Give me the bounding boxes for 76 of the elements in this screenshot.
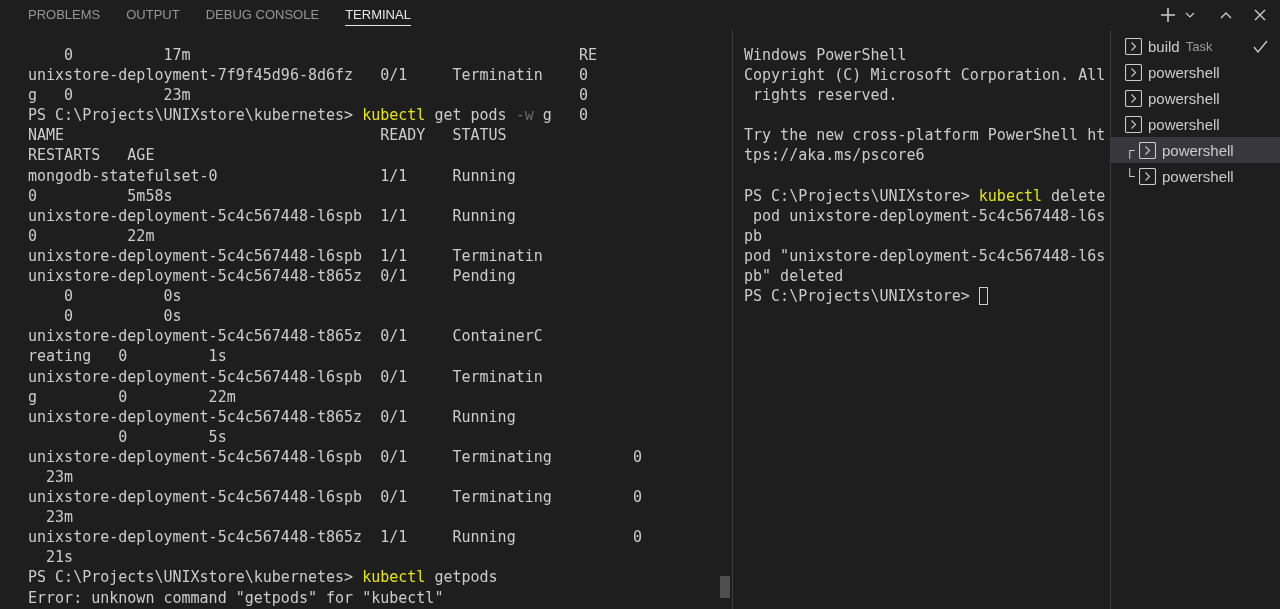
output-text: tps://aka.ms/pscore6 [744,146,925,165]
panel-tab[interactable]: DEBUG CONSOLE [205,0,320,26]
output-text: pod unixstore-deployment-5c4c567448-l6s [752,206,1106,225]
output-text: NAME READY STATUS [28,126,507,145]
output-text: unixstore-deployment-7f9f45d96-8d6fz 0/1 Terminatin 0 [28,66,588,85]
panel-tab[interactable]: PROBLEMS [28,0,101,26]
output-text: unixstore-deployment-5c4c567448-l6spb 0/1 Terminating 0 [28,447,643,466]
output-text: unixstore-deployment-5c4c567448-t865z 0/1 Pending [28,267,516,286]
output-text: mongodb-statefulset-0 1/1 Running [28,166,516,185]
output-text: 21s [45,548,74,567]
terminal-prompt-icon [1139,167,1156,185]
tree-line-mark: └ [1125,168,1136,184]
output-text: 0 0s [63,287,182,306]
output-text: unixstore-deployment-5c4c567448-l6spb 0/1 Terminatin [28,367,543,386]
terminal-name: powershell [1162,141,1234,159]
output-text: getpods [433,568,498,587]
output-text: unixstore-deployment-5c4c567448-l6spb 1/1 Terminatin [28,246,543,265]
terminal-prompt-icon [1139,141,1156,159]
output-text: pb" deleted [744,267,844,286]
tree-line-mark: ┌ [1125,142,1136,158]
output-text: rights reserved. [752,86,898,105]
terminal-prompt-icon [1125,63,1142,81]
output-text: g 0 [541,106,588,125]
output-text: Copyright (C) Microsoft Corporation. All [744,66,1106,85]
terminal-list-item[interactable]: ┌ powershell [1111,137,1280,163]
output-text: pb [744,226,763,245]
output-text: unixstore-deployment-5c4c567448-l6spb 0/1 Terminating 0 [28,488,643,507]
command-text: kubectl [362,106,426,125]
output-text: Error: unknown command "getpods" for "kubectl" [28,588,444,607]
output-text: unixstore-deployment-5c4c567448-l6spb 1/1 Running [28,206,516,225]
terminal-prompt-icon [1125,37,1142,55]
output-text: unixstore-deployment-5c4c567448-t865z 1/1 Running 0 [28,528,643,547]
scrollbar-thumb[interactable] [720,576,730,598]
close-icon[interactable] [1252,7,1268,23]
output-text: delete [1050,186,1106,205]
output-text: RESTARTS AGE [28,146,155,165]
output-text: 0 5m58s [28,186,173,205]
output-text: g 0 22m [28,387,236,406]
terminal-list-item[interactable]: powershell [1111,85,1280,111]
output-text: PS C:\Projects\UNIXstore\kubernetes> [28,106,355,125]
terminal-name: powershell [1148,89,1220,107]
terminal-name: powershell [1148,63,1220,81]
terminal-list-item[interactable]: powershell [1111,111,1280,137]
output-text: g 0 23m 0 [28,86,588,105]
output-text: unixstore-deployment-5c4c567448-t865z 0/1 ContainerC [28,327,543,346]
output-text: PS C:\Projects\UNIXstore> [744,287,971,306]
output-text: 23m [45,467,74,486]
terminal-detail: Task [1185,38,1213,54]
output-text: unixstore-deployment-5c4c567448-t865z 0/1 Running [28,407,516,426]
command-text: kubectl [978,186,1043,205]
output-text: 0 17m RE [63,46,597,64]
output-text: 0 22m [28,226,155,245]
output-text: PS C:\Projects\UNIXstore> [744,186,971,205]
panel-tab[interactable]: OUTPUT [126,0,180,26]
output-text: PS C:\Projects\UNIXstore\kubernetes> [28,568,355,587]
output-text: reating 0 1s [28,347,227,366]
output-text: 0 0s [63,307,182,326]
terminal-list-item[interactable]: build Task [1111,33,1280,59]
terminal-name: powershell [1162,167,1234,185]
text-cursor [978,287,988,306]
output-text: Windows PowerShell [744,46,907,64]
command-text: kubectl [362,568,426,587]
terminal-prompt-icon [1125,115,1142,133]
terminal-name: build [1148,37,1180,55]
terminal-prompt-icon [1125,89,1142,107]
output-text: 0 5s [117,427,227,446]
terminal-list-item[interactable]: └ powershell [1111,163,1280,189]
output-text: Try the new cross-platform PowerShell ht [744,126,1106,145]
output-text: 23m [45,508,74,527]
panel-tab[interactable]: TERMINAL [345,0,411,26]
terminal-name: powershell [1148,115,1220,133]
output-text: pod "unixstore-deployment-5c4c567448-l6s [744,246,1106,265]
output-text: get pods [433,106,508,125]
flag-text: -w [515,106,534,125]
plus-icon[interactable] [1160,7,1176,23]
terminal-list-item[interactable]: powershell [1111,59,1280,85]
